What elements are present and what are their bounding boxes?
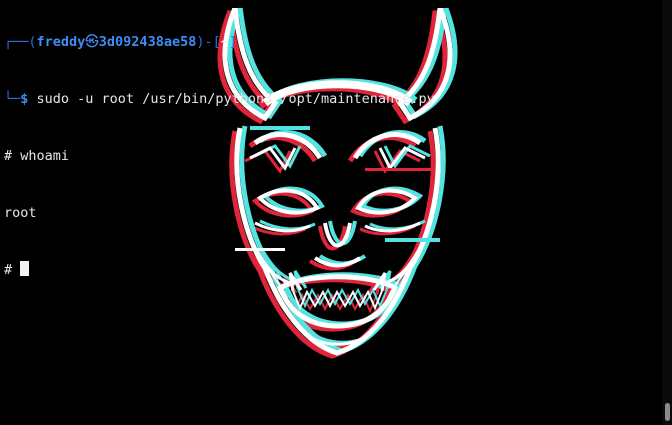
scrollbar-thumb[interactable]: [665, 403, 670, 421]
prompt-cwd: ~: [220, 34, 229, 50]
prompt-frame-top: ┌──(: [4, 34, 37, 50]
prompt-close: ]: [228, 34, 238, 50]
terminal-window[interactable]: ┌──(freddy㉿3d092438ae58)-[~] └─$ sudo -u…: [0, 0, 672, 425]
output-line: root: [4, 205, 37, 221]
prompt-frame-bottom: └─: [4, 91, 21, 107]
scrollbar[interactable]: [662, 0, 672, 425]
skull-icon: ㉿: [85, 34, 99, 50]
terminal-output[interactable]: ┌──(freddy㉿3d092438ae58)-[~] └─$ sudo -u…: [4, 0, 435, 318]
text-cursor: [20, 261, 30, 276]
prompt-host: 3d092438ae58: [98, 34, 197, 50]
prompt-separator: )-[: [196, 34, 221, 50]
root-prompt-line[interactable]: #: [4, 261, 435, 280]
root-prompt: #: [4, 262, 21, 278]
output-line: # whoami: [4, 148, 70, 164]
command-text: sudo -u root /usr/bin/python3 /opt/maint…: [28, 91, 435, 107]
prompt-user: freddy: [36, 34, 86, 50]
prompt-line-command: └─$ sudo -u root /usr/bin/python3 /opt/m…: [4, 90, 435, 109]
prompt-line-top: ┌──(freddy㉿3d092438ae58)-[~]: [4, 33, 435, 52]
